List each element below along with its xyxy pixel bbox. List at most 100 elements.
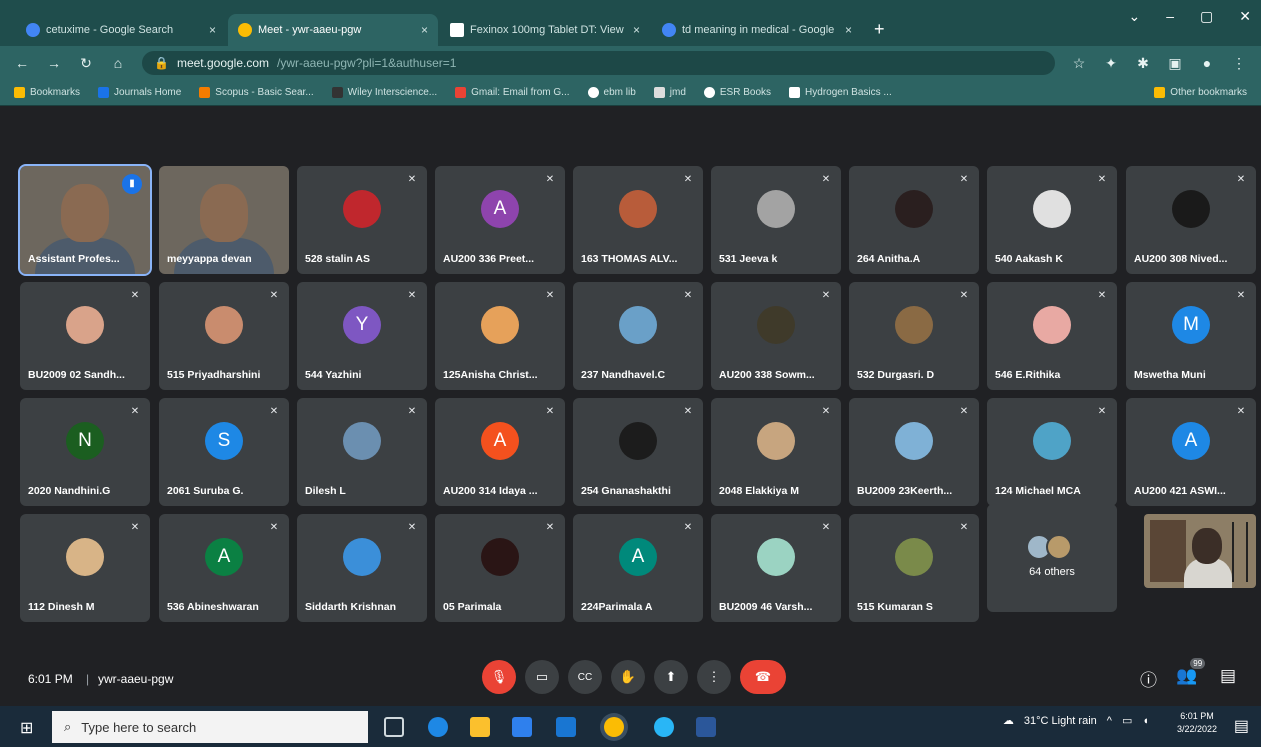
bookmark[interactable]: Bookmarks [14,87,80,98]
weather-text[interactable]: 31°C Light rain [1024,715,1097,727]
participant-tile[interactable]: ✕ 546 E.Rithika [987,282,1117,390]
tab-close-icon[interactable]: × [421,23,428,37]
reload-icon[interactable]: ↻ [78,55,94,72]
participant-tile[interactable]: ✕ 125Anisha Christ... [435,282,565,390]
bookmark-favicon-icon [587,87,599,98]
participant-tile[interactable]: ✕ 528 stalin AS [297,166,427,274]
participant-tile[interactable]: ✕ A AU200 314 Idaya ... [435,398,565,506]
more-options-button[interactable]: ⋮ [697,660,731,694]
participant-tile[interactable]: ✕ A AU200 336 Preet... [435,166,565,274]
participant-tile[interactable]: ✕ A AU200 421 ASWI... [1126,398,1256,506]
tab-close-icon[interactable]: × [633,23,640,37]
network-icon[interactable]: ▭ [1122,714,1132,727]
participant-tile[interactable]: ✕ 112 Dinesh M [20,514,150,622]
meeting-details-button[interactable]: ⓘ [1140,666,1157,691]
chat-button[interactable]: ▤ [1220,666,1236,686]
bookmark[interactable]: ebm lib [587,87,636,98]
bookmark[interactable]: Hydrogen Basics ... [789,87,892,98]
new-tab-button[interactable]: + [864,19,895,46]
participant-tile[interactable]: ✕ A 536 Abineshwaran [159,514,289,622]
minimize-button[interactable]: – [1166,8,1174,25]
participant-tile[interactable]: ✕ Dilesh L [297,398,427,506]
bookmark-favicon-icon [653,87,665,98]
bookmark[interactable]: ESR Books [703,87,771,98]
chrome-icon[interactable] [604,717,624,737]
participant-tile[interactable]: ✕ 540 Aakash K [987,166,1117,274]
forward-icon[interactable]: → [46,55,62,71]
sidebar-icon[interactable]: ▣ [1167,55,1183,72]
participant-tile[interactable]: ✕ 532 Durgasri. D [849,282,979,390]
participant-tile[interactable]: ✕ N 2020 Nandhini.G [20,398,150,506]
participant-tile[interactable]: meyyappa devan [159,166,289,274]
volume-icon[interactable]: ◖ [1142,715,1149,727]
participant-tile[interactable]: ✕ AU200 338 Sowm... [711,282,841,390]
participant-tile[interactable]: ✕ 163 THOMAS ALV... [573,166,703,274]
bookmark[interactable]: Journals Home [98,87,181,98]
participant-tile[interactable]: ✕ Siddarth Krishnan [297,514,427,622]
address-bar[interactable]: 🔒 meet.google.com/ywr-aaeu-pgw?pli=1&aut… [142,51,1055,75]
tab-search-icon[interactable]: ⌄ [1129,8,1141,25]
browser-tab[interactable]: td meaning in medical - Google × [652,14,862,46]
participant-tile[interactable]: ✕ BU2009 46 Varsh... [711,514,841,622]
camera-toggle-button[interactable]: ▭ [525,660,559,694]
bookmark[interactable]: Gmail: Email from G... [455,87,570,98]
taskbar-clock[interactable]: 6:01 PM 3/22/2022 [1177,710,1217,736]
participant-tile[interactable]: ✕ S 2061 Suruba G. [159,398,289,506]
mail-icon[interactable] [556,717,576,737]
home-icon[interactable]: ⌂ [110,55,126,71]
browser-tab[interactable]: cetuxime - Google Search × [16,14,226,46]
close-window-button[interactable]: ✕ [1239,8,1251,25]
task-view-icon[interactable] [384,717,404,737]
participant-tile[interactable]: ✕ BU2009 23Keerth... [849,398,979,506]
word-icon[interactable] [696,717,716,737]
people-button[interactable]: 👥 99 [1176,658,1206,686]
participant-tile[interactable]: ✕ 254 Gnanashakthi [573,398,703,506]
participant-tile[interactable]: ✕ 515 Priyadharshini [159,282,289,390]
telegram-icon[interactable] [654,717,674,737]
participant-name: 05 Parimala [443,601,502,613]
taskbar-search[interactable]: ⌕ Type here to search [52,711,368,743]
browser-tab-active[interactable]: Meet - ywr-aaeu-pgw × [228,14,438,46]
tab-close-icon[interactable]: × [209,23,216,37]
tray-arrow-icon[interactable]: ^ [1107,715,1112,727]
participant-tile[interactable]: ✕ 05 Parimala [435,514,565,622]
captions-button[interactable]: CC [568,660,602,694]
maximize-button[interactable]: ▢ [1200,8,1213,25]
leave-call-button[interactable]: ☎ [740,660,786,694]
participant-tile[interactable]: ✕ Y 544 Yazhini [297,282,427,390]
notifications-icon[interactable]: ▤ [1234,716,1249,736]
participant-tile[interactable]: ✕ 2048 Elakkiya M [711,398,841,506]
store-icon[interactable] [512,717,532,737]
participant-tile[interactable]: ✕ 531 Jeeva k [711,166,841,274]
participant-tile[interactable]: ✕ BU2009 02 Sandh... [20,282,150,390]
windows-start-icon[interactable]: ⊞ [20,718,33,738]
extension-icon[interactable]: ✦ [1103,55,1119,72]
menu-icon[interactable]: ⋮ [1231,55,1247,72]
back-icon[interactable]: ← [14,55,30,71]
mic-toggle-button[interactable]: 🎙 [482,660,516,694]
present-button[interactable]: ⬆ [654,660,688,694]
other-bookmarks[interactable]: Other bookmarks [1154,87,1247,98]
others-tile[interactable]: 64 others [987,504,1117,612]
edge-icon[interactable] [428,717,448,737]
participant-name: 515 Priyadharshini [167,369,261,381]
participant-tile[interactable]: ✕ 124 Michael MCA [987,398,1117,506]
bookmark[interactable]: Scopus - Basic Sear... [199,87,314,98]
browser-tab[interactable]: Fexinox 100mg Tablet DT: View × [440,14,650,46]
participant-tile[interactable]: ✕ M Mswetha Muni [1126,282,1256,390]
participant-tile[interactable]: ✕ 237 Nandhavel.C [573,282,703,390]
participant-tile[interactable]: ✕ AU200 308 Nived... [1126,166,1256,274]
profile-icon[interactable]: ● [1199,55,1215,71]
participant-tile[interactable]: ✕ 515 Kumaran S [849,514,979,622]
raise-hand-button[interactable]: ✋ [611,660,645,694]
participant-tile[interactable]: ✕ A 224Parimala A [573,514,703,622]
puzzle-icon[interactable]: ✱ [1135,55,1151,72]
bookmark[interactable]: jmd [653,87,686,98]
self-view-video[interactable] [1144,514,1256,588]
star-icon[interactable]: ☆ [1071,55,1087,72]
tab-close-icon[interactable]: × [845,23,852,37]
participant-tile[interactable]: ✕ 264 Anitha.A [849,166,979,274]
file-explorer-icon[interactable] [470,717,490,737]
participant-tile[interactable]: ▮ Assistant Profes... [18,164,152,276]
bookmark[interactable]: Wiley Interscience... [331,87,437,98]
